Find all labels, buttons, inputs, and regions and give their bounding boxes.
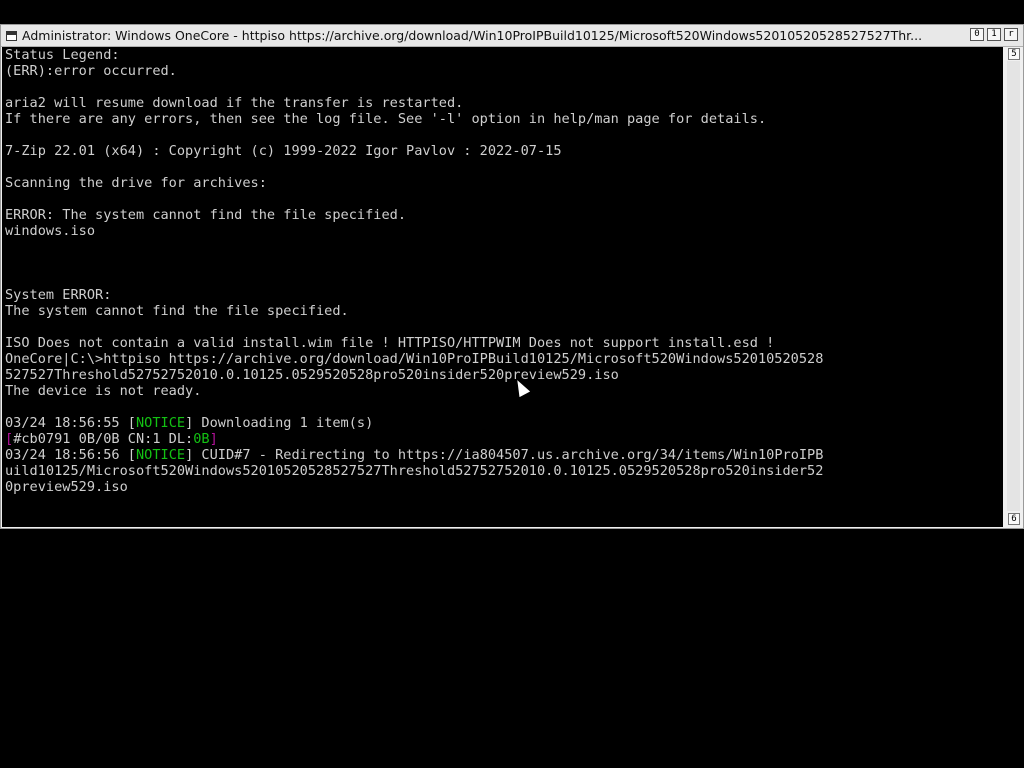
console-line: aria2 will resume download if the transf… xyxy=(5,95,464,111)
notice-message: ] CUID#7 - Redirecting to https://ia8045… xyxy=(185,447,824,463)
progress-bracket-open: [ xyxy=(5,431,14,447)
notice-timestamp: 03/24 18:56:55 [ xyxy=(5,415,136,431)
scroll-down-arrow[interactable]: 6 xyxy=(1008,513,1020,525)
window-system-icon[interactable] xyxy=(6,30,17,41)
console-line: OneCore|C:\>httpiso https://archive.org/… xyxy=(5,351,824,367)
scroll-track[interactable] xyxy=(1007,61,1020,511)
progress-dl-value: 0B xyxy=(193,431,210,447)
console-window[interactable]: Administrator: Windows OneCore - httpiso… xyxy=(0,24,1024,529)
console-line: (ERR):error occurred. xyxy=(5,63,177,79)
scroll-up-arrow[interactable]: 5 xyxy=(1008,48,1020,60)
title-bar[interactable]: Administrator: Windows OneCore - httpiso… xyxy=(1,25,1023,47)
console-text: Status Legend: (ERR):error occurred. ari… xyxy=(2,47,1003,495)
notice-line: 03/24 18:56:55 [NOTICE] Downloading 1 it… xyxy=(5,415,373,431)
console-output[interactable]: Status Legend: (ERR):error occurred. ari… xyxy=(2,47,1003,527)
console-line: Status Legend: xyxy=(5,47,120,63)
notice-timestamp: 03/24 18:56:56 [ xyxy=(5,447,136,463)
window-controls: 0 1 r xyxy=(970,28,1018,41)
console-line: 7-Zip 22.01 (x64) : Copyright (c) 1999-2… xyxy=(5,143,562,159)
window-title: Administrator: Windows OneCore - httpiso… xyxy=(22,28,923,43)
progress-bracket-close: ] xyxy=(209,431,218,447)
notice-tag: NOTICE xyxy=(135,415,186,431)
notice-tag: NOTICE xyxy=(135,447,186,463)
console-line: System ERROR: xyxy=(5,287,112,303)
console-line: uild10125/Microsoft520Windows52010520528… xyxy=(5,463,824,479)
console-line: ISO Does not contain a valid install.wim… xyxy=(5,335,775,351)
console-line: Scanning the drive for archives: xyxy=(5,175,267,191)
console-line: 527527Threshold52752752010.0.10125.05295… xyxy=(5,367,619,383)
notice-line: 03/24 18:56:56 [NOTICE] CUID#7 - Redirec… xyxy=(5,447,823,463)
console-line: The system cannot find the file specifie… xyxy=(5,303,349,319)
console-line: 0preview529.iso xyxy=(5,479,128,495)
console-line: ERROR: The system cannot find the file s… xyxy=(5,207,407,223)
console-line: The device is not ready. xyxy=(5,383,202,399)
vertical-scrollbar[interactable]: 5 6 xyxy=(1004,47,1023,527)
maximize-button[interactable]: 1 xyxy=(987,28,1001,41)
console-line: windows.iso xyxy=(5,223,96,239)
close-button[interactable]: r xyxy=(1004,28,1018,41)
progress-text: #cb0791 0B/0B CN:1 DL: xyxy=(13,431,194,447)
notice-message: ] Downloading 1 item(s) xyxy=(185,415,374,431)
progress-line: [#cb0791 0B/0B CN:1 DL:0B] xyxy=(5,431,218,447)
console-line: If there are any errors, then see the lo… xyxy=(5,111,767,127)
minimize-button[interactable]: 0 xyxy=(970,28,984,41)
